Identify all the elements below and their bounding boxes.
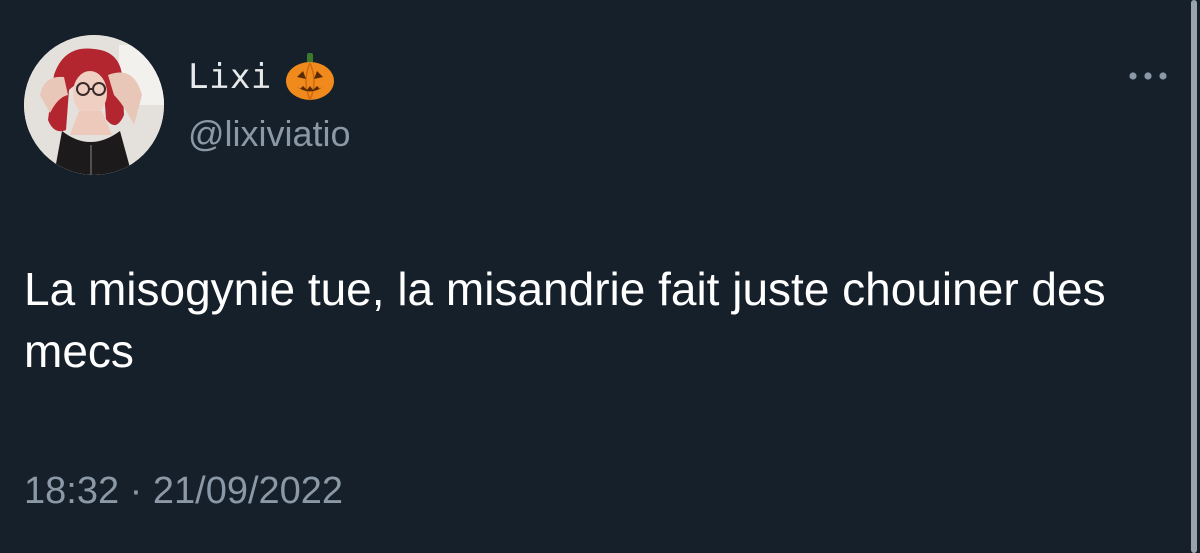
avatar[interactable] bbox=[24, 35, 164, 175]
tweet-card: Lixi @lixiviatio La misogynie tue, la mi… bbox=[0, 0, 1200, 553]
scrollbar[interactable] bbox=[1191, 0, 1197, 553]
more-horizontal-icon[interactable] bbox=[1124, 60, 1172, 92]
author-name-row[interactable]: Lixi bbox=[188, 50, 336, 104]
author-handle[interactable]: @lixiviatio bbox=[188, 113, 351, 155]
avatar-image bbox=[24, 35, 164, 175]
tweet-text: La misogynie tue, la misandrie fait just… bbox=[24, 263, 1106, 377]
display-name[interactable]: Lixi bbox=[188, 57, 272, 97]
tweet-timestamp[interactable]: 18:32 · 21/09/2022 bbox=[24, 470, 343, 513]
jack-o-lantern-icon bbox=[285, 53, 334, 101]
